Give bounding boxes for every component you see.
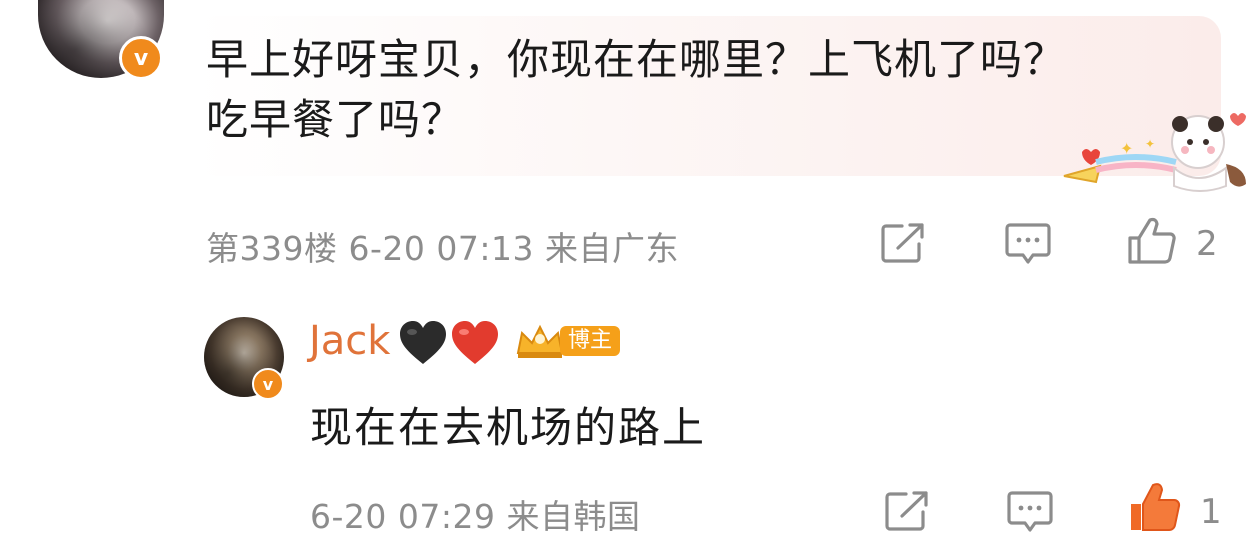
reply-username[interactable]: Jack <box>309 318 390 364</box>
reply-share-button[interactable] <box>884 490 930 532</box>
svg-text:✦: ✦ <box>1145 137 1155 151</box>
svg-text:✦: ✦ <box>1120 139 1133 158</box>
thumbs-up-liked-icon <box>1131 483 1181 532</box>
black-heart-icon <box>400 321 446 364</box>
comment-thread: v 早上好呀宝贝，你现在在哪里？上飞机了吗？ 吃早餐了吗？ ✦ ✦ 第339楼 … <box>0 0 1260 554</box>
comment-text-line-1: 早上好呀宝贝，你现在在哪里？上飞机了吗？ <box>206 35 1067 84</box>
comment-icon <box>1005 223 1051 264</box>
comment-meta: 第339楼 6-20 07:13 来自广东 <box>206 229 679 268</box>
like-button[interactable] <box>1126 216 1178 266</box>
share-button[interactable] <box>880 222 926 264</box>
blogger-badge: 博主 <box>560 326 620 356</box>
thumbs-up-icon <box>1128 217 1176 264</box>
share-icon <box>885 491 928 531</box>
panda-sticker-icon: ✦ ✦ <box>1063 113 1246 192</box>
comment-text[interactable]: 早上好呀宝贝，你现在在哪里？上飞机了吗？ 吃早餐了吗？ <box>206 30 1196 150</box>
verified-badge-icon: v <box>252 368 284 400</box>
like-count: 2 <box>1196 224 1218 264</box>
comment-text-line-2: 吃早餐了吗？ <box>206 95 465 144</box>
reply-button[interactable] <box>1004 222 1052 266</box>
reply-like-button[interactable] <box>1128 482 1182 534</box>
reply-text[interactable]: 现在在去机场的路上 <box>310 394 706 455</box>
reply-like-count: 1 <box>1200 492 1222 532</box>
share-icon <box>881 223 924 263</box>
reply-meta: 6-20 07:29 来自韩国 <box>310 497 641 536</box>
red-heart-icon <box>452 321 498 364</box>
comment-icon <box>1007 491 1053 532</box>
reply-reply-button[interactable] <box>1006 490 1054 534</box>
verified-badge-icon: v <box>119 36 163 80</box>
